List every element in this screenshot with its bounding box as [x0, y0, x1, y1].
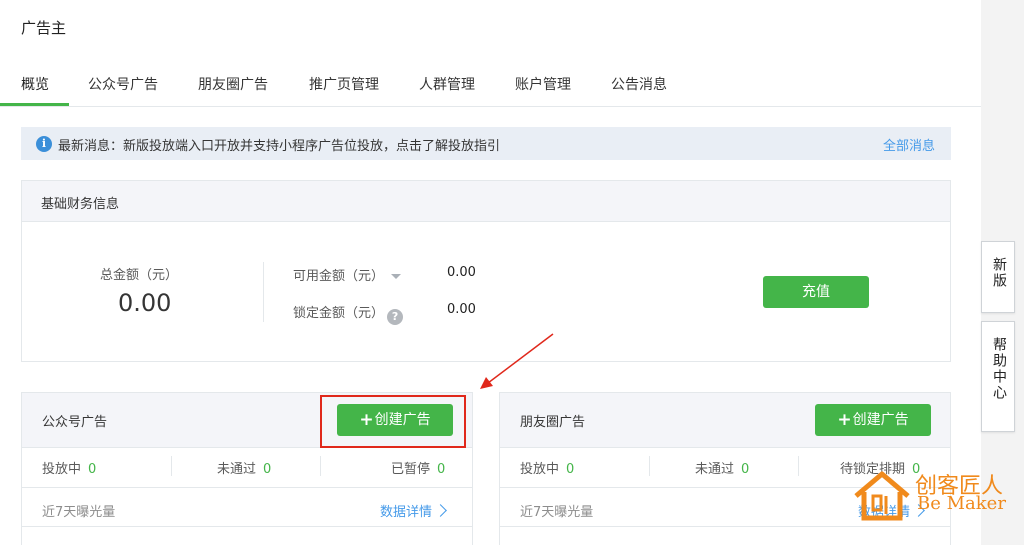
- stat-label: 已暂停: [391, 462, 431, 477]
- total-amount-value: 0.00: [118, 289, 172, 317]
- help-center-label: 帮助中心: [991, 337, 1007, 401]
- tab-account-management[interactable]: 账户管理: [515, 74, 571, 94]
- stat-divider: [649, 456, 650, 476]
- panel-header: 朋友圈广告 +创建广告: [500, 393, 950, 448]
- stat-count: 0: [566, 462, 575, 477]
- notice-bar: i 最新消息：新版投放端入口开放并支持小程序广告位投放，点击了解投放指引 全部消…: [21, 127, 951, 160]
- info-icon: i: [36, 136, 52, 152]
- watermark-en: Be Maker: [917, 493, 1006, 514]
- active-tab-indicator: [0, 103, 69, 106]
- create-ad-label: 创建广告: [852, 412, 909, 428]
- total-amount-label: 总金额（元）: [100, 268, 179, 283]
- locked-amount-label: 锁定金额（元）?: [293, 302, 404, 325]
- data-details-label: 数据详情: [380, 505, 433, 520]
- available-amount-label[interactable]: 可用金额（元）: [293, 265, 402, 284]
- stat-count: 0: [437, 462, 446, 477]
- stat-paused[interactable]: 已暂停 0: [391, 458, 445, 477]
- stat-label: 投放中: [520, 462, 560, 477]
- stat-running[interactable]: 投放中 0: [42, 458, 96, 477]
- stat-divider: [798, 456, 799, 476]
- stat-label: 投放中: [42, 462, 82, 477]
- tab-announcements[interactable]: 公告消息: [611, 74, 667, 94]
- tab-overview[interactable]: 概览: [21, 74, 49, 94]
- stat-label: 未通过: [217, 462, 257, 477]
- status-stats: 投放中 0 未通过 0 已暂停 0: [22, 448, 472, 488]
- locked-amount-value: 0.00: [447, 302, 476, 317]
- stat-label: 未通过: [695, 462, 735, 477]
- page-title: 广告主: [21, 19, 67, 37]
- house-logo-icon: [854, 471, 910, 521]
- help-icon[interactable]: ?: [387, 309, 404, 325]
- all-messages-link[interactable]: 全部消息: [883, 135, 935, 154]
- stat-count: 0: [263, 462, 272, 477]
- finance-title: 基础财务信息: [41, 197, 120, 212]
- stat-rejected[interactable]: 未通过 0: [695, 458, 749, 477]
- data-details-link[interactable]: 数据详情: [380, 501, 447, 520]
- notice-message[interactable]: 最新消息：新版投放端入口开放并支持小程序广告位投放，点击了解投放指引: [58, 135, 500, 154]
- watermark-logo: 创客匠人 Be Maker: [850, 466, 1020, 524]
- new-version-label: 新版: [991, 257, 1007, 289]
- panel-title: 公众号广告: [42, 415, 108, 430]
- tab-official-account-ads[interactable]: 公众号广告: [88, 74, 158, 94]
- tab-bar: 概览 公众号广告 朋友圈广告 推广页管理 人群管理 账户管理 公告消息: [0, 66, 981, 107]
- stat-count: 0: [88, 462, 97, 477]
- stat-rejected[interactable]: 未通过 0: [217, 458, 271, 477]
- panel-title: 朋友圈广告: [520, 415, 586, 430]
- panel-divider: [500, 526, 950, 527]
- tab-landing-page-management[interactable]: 推广页管理: [309, 74, 379, 94]
- plus-icon: +: [837, 410, 852, 430]
- help-center-tab[interactable]: 帮助中心: [981, 321, 1015, 432]
- highlight-box: [320, 395, 466, 448]
- available-amount-label-text: 可用金额（元）: [293, 269, 385, 284]
- chevron-right-icon: [434, 504, 447, 517]
- finance-card-header: 基础财务信息: [22, 181, 950, 222]
- recharge-button[interactable]: 充值: [763, 276, 869, 308]
- exposure-label: 近7天曝光量: [520, 505, 594, 520]
- chevron-down-icon[interactable]: [391, 274, 402, 279]
- tab-audience-management[interactable]: 人群管理: [419, 74, 475, 94]
- exposure-label: 近7天曝光量: [42, 505, 116, 520]
- create-ad-button[interactable]: +创建广告: [815, 404, 931, 436]
- locked-amount-label-text: 锁定金额（元）: [293, 306, 385, 321]
- stat-running[interactable]: 投放中 0: [520, 458, 574, 477]
- finance-divider: [263, 262, 264, 322]
- stat-divider: [171, 456, 172, 476]
- stat-count: 0: [741, 462, 750, 477]
- main-area: 广告主 概览 公众号广告 朋友圈广告 推广页管理 人群管理 账户管理 公告消息 …: [0, 0, 981, 545]
- stat-divider: [320, 456, 321, 476]
- available-amount-value: 0.00: [447, 265, 476, 280]
- tab-moments-ads[interactable]: 朋友圈广告: [198, 74, 268, 94]
- panel-divider: [22, 526, 472, 527]
- finance-card: 基础财务信息 总金额（元） 0.00 可用金额（元） 0.00 锁定金额（元）?…: [21, 180, 951, 362]
- new-version-tab[interactable]: 新版: [981, 241, 1015, 313]
